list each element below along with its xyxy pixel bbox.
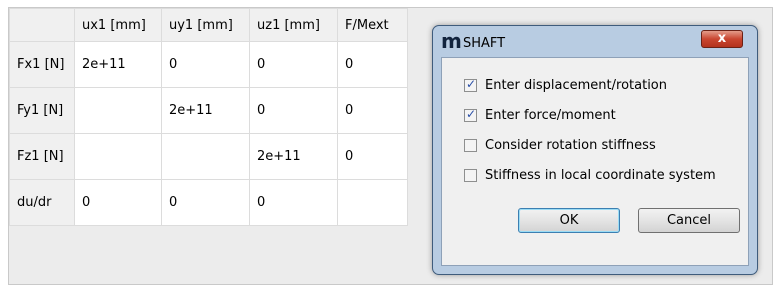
dialog-body: Enter displacement/rotation Enter force/… [441, 57, 749, 266]
stiffness-table: ux1 [mm] uy1 [mm] uz1 [mm] F/Mext Fx1 [N… [9, 8, 408, 226]
cancel-button[interactable]: Cancel [638, 208, 740, 233]
table-row: Fy1 [N] 2e+11 0 0 [9, 87, 408, 134]
table-cell[interactable]: 0 [249, 41, 338, 88]
option-rotation-stiffness[interactable]: Consider rotation stiffness [464, 136, 656, 154]
table-row: Fz1 [N] 2e+11 0 [9, 133, 408, 180]
option-label: Enter force/moment [485, 107, 616, 123]
ok-button[interactable]: OK [518, 208, 620, 233]
option-enter-displacement[interactable]: Enter displacement/rotation [464, 76, 667, 94]
option-enter-force[interactable]: Enter force/moment [464, 106, 616, 124]
table-row: du/dr 0 0 0 [9, 179, 408, 226]
corner-cell [9, 8, 75, 42]
checkbox[interactable] [464, 107, 477, 122]
table-cell[interactable]: 2e+11 [249, 133, 338, 180]
table-cell[interactable]: 2e+11 [161, 87, 250, 134]
column-header[interactable]: ux1 [mm] [74, 8, 162, 42]
column-header[interactable]: uz1 [mm] [249, 8, 338, 42]
table-cell[interactable] [161, 133, 250, 180]
table-cell[interactable]: 0 [74, 179, 162, 226]
option-local-coordinate-system[interactable]: Stiffness in local coordinate system [464, 166, 716, 184]
app-logo-icon: m [441, 29, 462, 53]
checkbox[interactable] [464, 77, 477, 92]
table-cell[interactable]: 0 [249, 179, 338, 226]
option-label: Stiffness in local coordinate system [485, 167, 716, 183]
checkbox[interactable] [464, 168, 477, 182]
table-cell[interactable]: 0 [337, 41, 408, 88]
option-label: Enter displacement/rotation [485, 77, 667, 93]
row-header[interactable]: Fz1 [N] [9, 133, 75, 180]
table-cell[interactable]: 0 [161, 41, 250, 88]
column-header[interactable]: uy1 [mm] [161, 8, 250, 42]
table-cell[interactable] [74, 87, 162, 134]
column-header[interactable]: F/Mext [337, 8, 408, 42]
option-label: Consider rotation stiffness [485, 137, 656, 153]
row-header[interactable]: Fy1 [N] [9, 87, 75, 134]
dialog-title: SHAFT [463, 36, 506, 51]
close-icon: x [717, 31, 727, 46]
table-cell[interactable]: 0 [249, 87, 338, 134]
row-header[interactable]: du/dr [9, 179, 75, 226]
dialog-title-bar[interactable]: m SHAFT x [433, 26, 757, 56]
header-row: ux1 [mm] uy1 [mm] uz1 [mm] F/Mext [9, 8, 408, 42]
row-header[interactable]: Fx1 [N] [9, 41, 75, 88]
table-cell[interactable] [74, 133, 162, 180]
table-cell[interactable]: 2e+11 [74, 41, 162, 88]
table-cell[interactable]: 0 [337, 87, 408, 134]
close-button[interactable]: x [701, 30, 743, 48]
checkbox[interactable] [464, 138, 477, 152]
table-row: Fx1 [N] 2e+11 0 0 0 [9, 41, 408, 88]
table-cell[interactable] [337, 179, 408, 226]
table-cell[interactable]: 0 [337, 133, 408, 180]
table-cell[interactable]: 0 [161, 179, 250, 226]
shaft-dialog: m SHAFT x Enter displacement/rotation En… [432, 25, 758, 275]
